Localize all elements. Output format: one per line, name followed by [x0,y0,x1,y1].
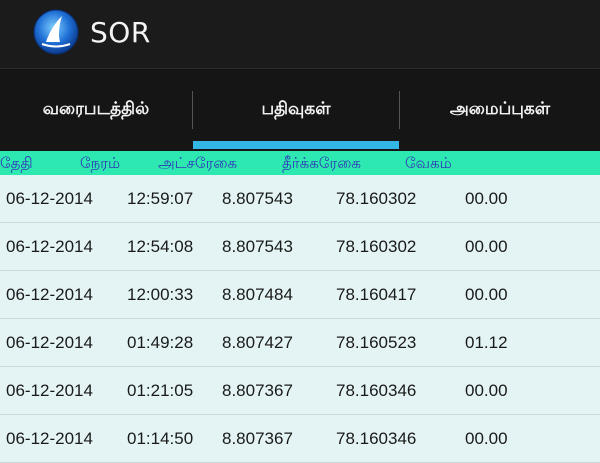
cell-longitude: 78.160302 [336,189,417,208]
cell-latitude: 8.807543 [222,189,293,208]
cell-longitude: 78.160417 [336,285,417,304]
cell-longitude: 78.160302 [336,237,417,256]
cell-date: 06-12-2014 [6,429,93,448]
selected-tab-indicator [193,141,399,149]
table-header: தேதி நேரம் அட்சரேகை தீர்க்கரேகை வேகம் [0,151,600,175]
table-row[interactable]: 06-12-2014 01:14:50 8.807367 78.160346 0… [0,415,600,463]
action-bar: SOR [0,0,600,69]
table-row[interactable]: 06-12-2014 01:49:28 8.807427 78.160523 0… [0,319,600,367]
cell-time: 01:14:50 [127,429,194,448]
tab-settings[interactable]: அமைப்புகள் [400,69,600,151]
cell-date: 06-12-2014 [6,237,93,256]
cell-speed: 00.00 [465,381,508,400]
cell-date: 06-12-2014 [6,189,93,208]
cell-time: 01:49:28 [127,333,194,352]
column-header-speed: வேகம் [405,154,452,172]
cell-speed: 00.00 [465,429,508,448]
table-row[interactable]: 06-12-2014 12:59:07 8.807543 78.160302 0… [0,175,600,223]
cell-time: 12:00:33 [127,285,194,304]
app-title: SOR [90,16,151,49]
cell-latitude: 8.807427 [222,333,293,352]
cell-time: 01:21:05 [127,381,194,400]
table-row[interactable]: 06-12-2014 12:00:33 8.807484 78.160417 0… [0,271,600,319]
tab-map[interactable]: வரைபடத்தில் [0,69,192,151]
records-list: 06-12-2014 12:59:07 8.807543 78.160302 0… [0,175,600,463]
tab-records[interactable]: பதிவுகள் [193,69,399,151]
cell-latitude: 8.807484 [222,285,293,304]
column-header-longitude: தீர்க்கரேகை [282,154,361,172]
column-header-time: நேரம் [80,154,121,172]
cell-time: 12:59:07 [127,189,194,208]
sailboat-logo-icon[interactable] [32,8,80,56]
cell-date: 06-12-2014 [6,285,93,304]
table-row[interactable]: 06-12-2014 01:21:05 8.807367 78.160346 0… [0,367,600,415]
cell-latitude: 8.807367 [222,429,293,448]
cell-time: 12:54:08 [127,237,194,256]
cell-speed: 01.12 [465,333,508,352]
cell-latitude: 8.807543 [222,237,293,256]
tab-bar: வரைபடத்தில் பதிவுகள் அமைப்புகள் [0,69,600,151]
cell-latitude: 8.807367 [222,381,293,400]
cell-date: 06-12-2014 [6,333,93,352]
column-header-date: தேதி [0,154,33,172]
table-row[interactable]: 06-12-2014 12:54:08 8.807543 78.160302 0… [0,223,600,271]
column-header-latitude: அட்சரேகை [158,154,238,172]
cell-longitude: 78.160523 [336,333,417,352]
cell-speed: 00.00 [465,285,508,304]
cell-speed: 00.00 [465,189,508,208]
cell-date: 06-12-2014 [6,381,93,400]
cell-longitude: 78.160346 [336,381,417,400]
cell-longitude: 78.160346 [336,429,417,448]
cell-speed: 00.00 [465,237,508,256]
